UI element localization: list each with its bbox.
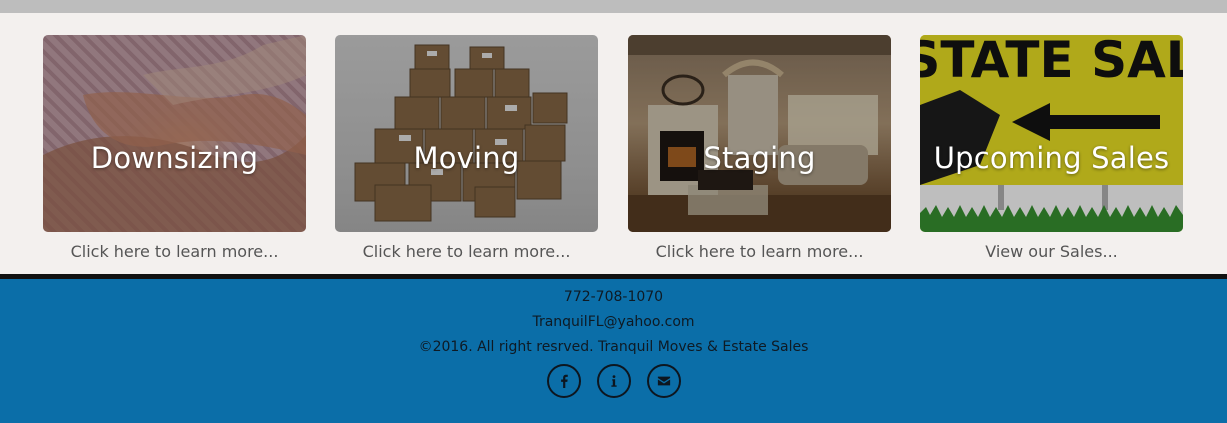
learn-more-link[interactable]: Click here to learn more... — [628, 242, 891, 261]
card-moving[interactable]: Moving Click here to learn more... — [335, 35, 598, 261]
footer-copyright: ©2016. All right resrved. Tranquil Moves… — [418, 339, 809, 355]
staging-image[interactable]: Staging — [628, 35, 891, 232]
moving-image[interactable]: Moving — [335, 35, 598, 232]
learn-more-link[interactable]: Click here to learn more... — [335, 242, 598, 261]
card-title: Staging — [703, 141, 816, 175]
view-sales-link[interactable]: View our Sales... — [920, 242, 1183, 261]
card-upcoming-sales[interactable]: ESTATE SALE Upcoming Sales View our Sale… — [920, 35, 1183, 261]
estate-sale-image[interactable]: ESTATE SALE Upcoming Sales — [920, 35, 1183, 232]
footer-email: TranquilFL@yahoo.com — [532, 314, 695, 330]
top-bar — [0, 0, 1227, 13]
card-title: Moving — [413, 141, 520, 175]
footer: 772-708-1070 TranquilFL@yahoo.com ©2016.… — [0, 279, 1227, 423]
info-icon[interactable] — [596, 364, 631, 398]
card-title: Upcoming Sales — [933, 141, 1170, 175]
downsizing-image[interactable]: Downsizing — [43, 35, 306, 232]
card-title: Downsizing — [90, 141, 259, 175]
services-section: Downsizing Click here to learn more... M… — [0, 13, 1227, 274]
facebook-icon[interactable] — [546, 364, 581, 398]
footer-phone: 772-708-1070 — [563, 289, 664, 305]
learn-more-link[interactable]: Click here to learn more... — [43, 242, 306, 261]
card-staging[interactable]: Staging Click here to learn more... — [628, 35, 891, 261]
card-downsizing[interactable]: Downsizing Click here to learn more... — [43, 35, 306, 261]
social-links — [0, 364, 1227, 398]
envelope-icon[interactable] — [646, 364, 681, 398]
